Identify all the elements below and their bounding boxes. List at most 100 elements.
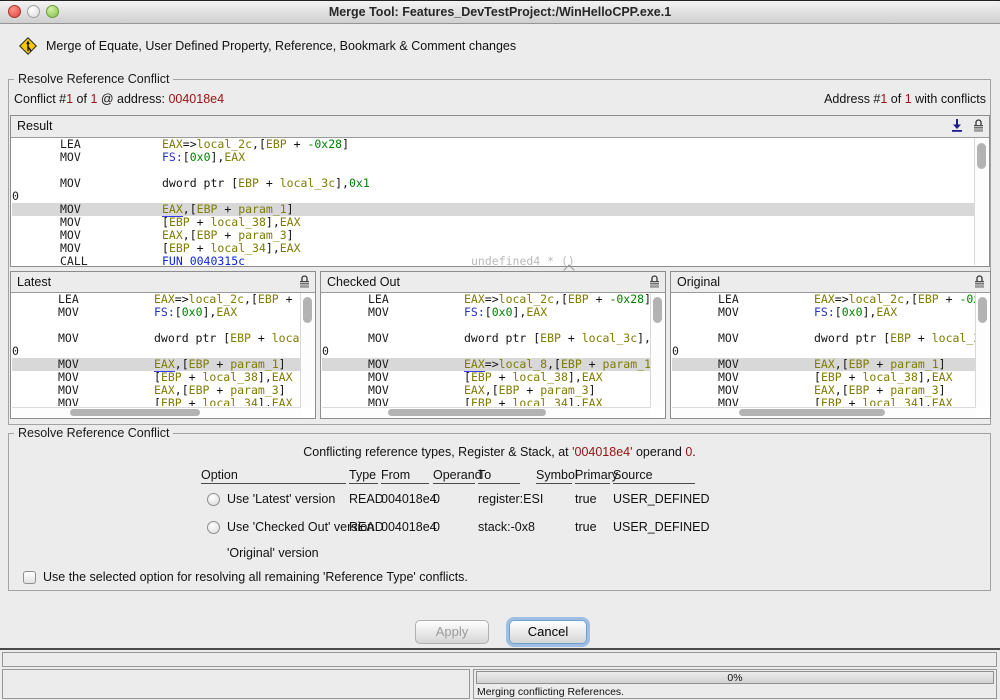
option-label: 'Original' version	[227, 546, 319, 560]
latest-hscroll-thumb[interactable]	[70, 409, 200, 416]
column-header-option: Option	[201, 468, 346, 484]
cell-primary: true	[575, 492, 597, 506]
lock-icon[interactable]	[973, 274, 986, 289]
top-group-title: Resolve Reference Conflict	[14, 72, 173, 86]
lock-icon[interactable]	[298, 274, 311, 289]
cell-operand: 0	[433, 492, 440, 506]
listing-line[interactable]: MOVdword ptr [EBP + local_3c],0x1	[12, 332, 302, 345]
original-vscroll-thumb[interactable]	[978, 297, 987, 323]
result-vscroll-thumb[interactable]	[977, 143, 986, 169]
cell-from: 004018e4	[381, 492, 437, 506]
merge-tool-window: Merge Tool: Features_DevTestProject:/Win…	[0, 0, 1000, 700]
option-radio[interactable]	[207, 493, 220, 506]
cell-type: READ	[349, 492, 384, 506]
cell-primary: true	[575, 520, 597, 534]
checked-out-panel-title: Checked Out	[327, 275, 400, 289]
lock-icon[interactable]	[972, 118, 985, 133]
checked-out-horizontal-scrollbar[interactable]	[322, 407, 651, 417]
window-title: Merge Tool: Features_DevTestProject:/Win…	[0, 5, 1000, 19]
column-header-symbol: Symbol	[536, 468, 572, 484]
original-panel-title: Original	[677, 275, 720, 289]
checked-out-listing[interactable]: LEAEAX=>local_2c,[EBP + -0x28]MOVFS:[0x0…	[322, 293, 652, 406]
title-bar: Merge Tool: Features_DevTestProject:/Win…	[0, 1, 1000, 24]
cell-to: register:ESI	[478, 492, 543, 506]
latest-panel-title: Latest	[17, 275, 51, 289]
latest-panel-header: Latest	[11, 272, 315, 293]
apply-to-all-label: Use the selected option for resolving al…	[43, 570, 468, 584]
latest-vscroll-thumb[interactable]	[303, 297, 312, 323]
listing-line[interactable]: MOVFS:[0x0],EAX	[322, 306, 652, 319]
cell-to: stack:-0x8	[478, 520, 535, 534]
apply-to-all-checkbox[interactable]	[23, 571, 36, 584]
apply-button[interactable]: Apply	[415, 620, 489, 644]
progress-percent: 0%	[727, 672, 742, 684]
latest-horizontal-scrollbar[interactable]	[12, 407, 301, 417]
column-header-type: Type	[349, 468, 378, 484]
original-horizontal-scrollbar[interactable]	[672, 407, 976, 417]
resolve-reference-conflict-group-bottom: Resolve Reference Conflict Conflicting r…	[8, 433, 991, 591]
cell-operand: 0	[433, 520, 440, 534]
lock-icon[interactable]	[648, 274, 661, 289]
progress-box: 0% Merging conflicting References.	[473, 669, 997, 699]
option-label[interactable]: Use 'Latest' version	[227, 492, 335, 506]
listing-line[interactable]: MOV[EBP + local_34],EAX	[12, 397, 302, 406]
original-vertical-scrollbar[interactable]	[975, 293, 989, 408]
cell-source: USER_DEFINED	[613, 492, 710, 506]
footer-divider	[0, 648, 1000, 650]
cancel-button[interactable]: Cancel	[509, 620, 587, 644]
result-listing[interactable]: LEAEAX=>local_2c,[EBP + -0x28]MOVFS:[0x0…	[12, 138, 975, 266]
checked-out-hscroll-thumb[interactable]	[388, 409, 546, 416]
listing-line[interactable]: MOVFS:[0x0],EAX	[672, 306, 977, 319]
listing-line[interactable]: MOV[EBP + local_38],EAX	[12, 216, 975, 229]
option-radio[interactable]	[207, 521, 220, 534]
listing-line[interactable]: LEAEAX=>local_2c,[EBP + -0x28]	[12, 138, 975, 151]
listing-line[interactable]: MOVdword ptr [EBP + local_3c],0x1	[672, 332, 977, 345]
scroll-to-conflict-icon[interactable]	[950, 118, 964, 133]
listing-line[interactable]: MOVdword ptr [EBP + local_3c],0x1	[322, 332, 652, 345]
result-vertical-scrollbar[interactable]	[974, 138, 988, 265]
checked-out-vertical-scrollbar[interactable]	[650, 293, 664, 408]
original-listing[interactable]: LEAEAX=>local_2c,[EBP + -0x28]MOVFS:[0x0…	[672, 293, 977, 406]
result-panel-title: Result	[17, 119, 52, 133]
cell-from: 004018e4	[381, 520, 437, 534]
column-header-primary: Primary	[575, 468, 610, 484]
conflict-description: Conflicting reference types, Register & …	[9, 445, 990, 459]
listing-line[interactable]	[12, 164, 975, 177]
listing-line-conflict[interactable]: MOVEAX,[EBP + param_1]	[12, 203, 975, 216]
column-header-to: To	[478, 468, 520, 484]
status-strip	[2, 652, 997, 667]
listing-line[interactable]: MOV[EBP + local_34],EAX	[322, 397, 652, 406]
listing-line[interactable]: MOVFS:[0x0],EAX	[12, 306, 302, 319]
column-header-from: From	[381, 468, 429, 484]
bottom-group-title: Resolve Reference Conflict	[14, 426, 173, 440]
original-hscroll-thumb[interactable]	[739, 409, 885, 416]
conflict-option-row: Use 'Latest' version READ004018e40 registe…	[9, 492, 990, 510]
merge-sign-icon	[19, 37, 37, 55]
merge-phase-message: Merge of Equate, User Defined Property, …	[46, 39, 516, 53]
listing-line[interactable]: CALLFUN 0040315cundefined4 * ()	[12, 255, 975, 266]
checked-out-panel: Checked Out LEAEAX=>local_2c,[EBP + -0x2…	[320, 271, 666, 419]
conflict-option-row: Use 'Checked Out' versionREAD004018e40st…	[9, 520, 990, 538]
result-panel: Result LEAEAX=>local_2c,[EBP + -0x28]MOV…	[10, 115, 990, 267]
column-header-source: Source	[613, 468, 695, 484]
conflict-counter: Conflict #1 of 1 @ address: 004018e4	[14, 92, 224, 106]
listing-line[interactable]: MOV[EBP + local_34],EAX	[672, 397, 977, 406]
original-panel-header: Original	[671, 272, 990, 293]
latest-vertical-scrollbar[interactable]	[300, 293, 314, 408]
checked-out-panel-header: Checked Out	[321, 272, 665, 293]
listing-line[interactable]: MOVFS:[0x0],EAX	[12, 151, 975, 164]
original-panel: Original LEAEAX=>local_2c,[EBP + -0x28]M…	[670, 271, 991, 419]
checked-out-vscroll-thumb[interactable]	[653, 297, 662, 323]
column-header-operand: Operand	[433, 468, 475, 484]
latest-listing[interactable]: LEAEAX=>local_2c,[EBP + -0x28]MOVFS:[0x0…	[12, 293, 302, 406]
cell-type: READ	[349, 520, 384, 534]
conflict-option-row: 'Original' version	[9, 546, 990, 564]
status-left-box	[2, 669, 470, 699]
progress-message: Merging conflicting References.	[477, 686, 624, 698]
latest-panel: Latest LEAEAX=>local_2c,[EBP + -0x28]MOV…	[10, 271, 316, 419]
listing-line[interactable]: MOVdword ptr [EBP + local_3c],0x1	[12, 177, 975, 190]
progress-bar: 0%	[476, 671, 994, 684]
listing-line[interactable]: 0	[12, 190, 975, 203]
listing-line[interactable]: MOVEAX,[EBP + param_3]	[12, 229, 975, 242]
address-counter: Address #1 of 1 with conflicts	[824, 92, 986, 106]
